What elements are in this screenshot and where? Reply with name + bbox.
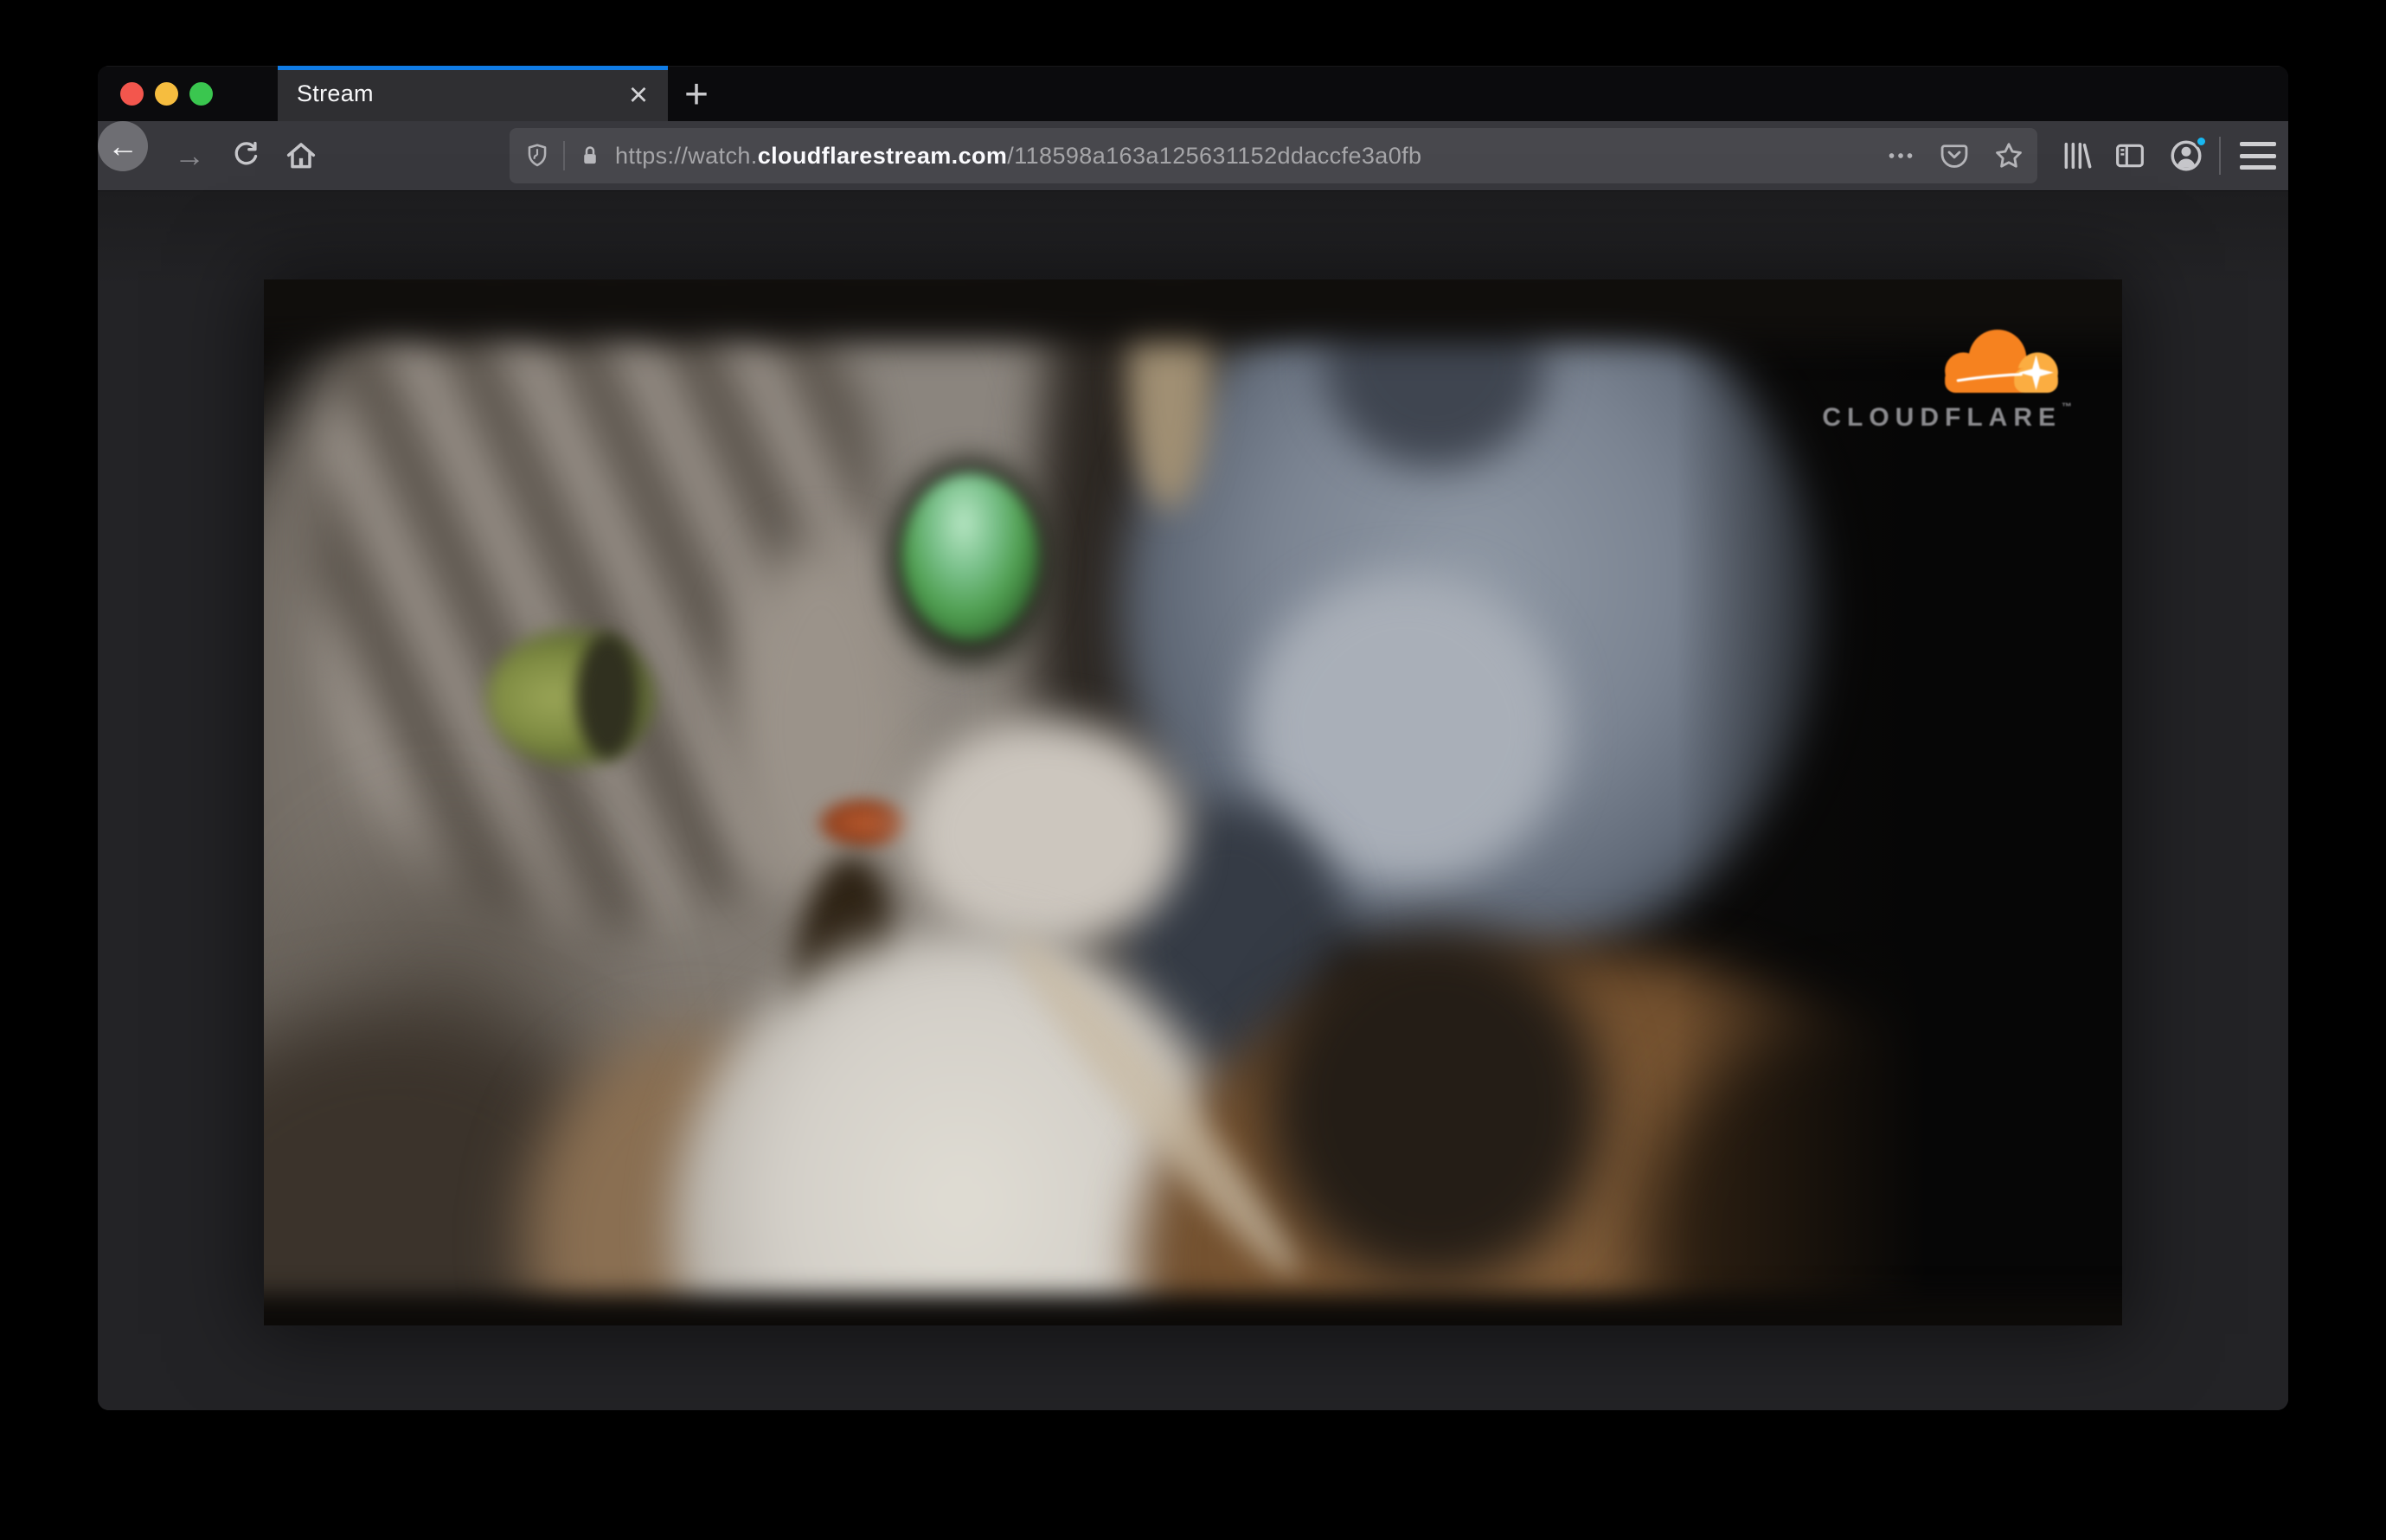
urlbar-actions bbox=[1885, 139, 2025, 172]
url-scheme: https://watch. bbox=[615, 142, 758, 169]
trademark-symbol: ™ bbox=[2062, 401, 2072, 413]
urlbar-divider bbox=[563, 141, 565, 170]
menu-button[interactable] bbox=[2240, 142, 2276, 170]
zoom-window-button[interactable] bbox=[189, 81, 213, 106]
close-tab-icon[interactable]: × bbox=[619, 66, 657, 121]
cloudflare-cloud-icon bbox=[1945, 330, 2058, 393]
pocket-icon[interactable] bbox=[1939, 140, 1970, 171]
tracking-shield-icon[interactable] bbox=[523, 142, 551, 170]
lock-icon[interactable] bbox=[577, 143, 603, 169]
reload-button[interactable] bbox=[228, 121, 264, 190]
traffic-lights bbox=[120, 66, 213, 121]
navigation-toolbar: ← → https://watch.cloudflarestream.com/1… bbox=[98, 121, 2288, 191]
cat-left-eye-pupil bbox=[575, 632, 639, 759]
tab-stream[interactable]: Stream × bbox=[278, 66, 668, 121]
toolbar-divider bbox=[2219, 137, 2221, 175]
bookmark-star-icon[interactable] bbox=[1992, 139, 2025, 172]
url-domain: cloudflarestream.com bbox=[757, 142, 1008, 169]
page-content: CLOUDFLARE™ bbox=[98, 191, 2288, 1410]
sidebar-toggle-button[interactable] bbox=[2113, 138, 2147, 173]
back-button[interactable]: ← bbox=[98, 121, 148, 171]
cloudflare-watermark: CLOUDFLARE™ bbox=[1786, 330, 2072, 433]
address-bar[interactable]: https://watch.cloudflarestream.com/11859… bbox=[510, 128, 2037, 183]
active-tab-accent bbox=[278, 66, 668, 70]
midground-shadow bbox=[1267, 927, 1602, 1284]
cat-right-eye bbox=[901, 472, 1039, 641]
cat-nose bbox=[806, 792, 922, 855]
account-notification-dot bbox=[2195, 135, 2208, 148]
tab-bar: Stream × + bbox=[98, 66, 2288, 121]
tab-title: Stream bbox=[297, 80, 374, 106]
library-button[interactable] bbox=[2059, 138, 2094, 173]
dark-background-right bbox=[1676, 279, 2122, 1325]
reload-icon bbox=[229, 139, 262, 172]
video-bottom-shade bbox=[264, 1293, 2122, 1325]
video-player[interactable]: CLOUDFLARE™ bbox=[264, 279, 2122, 1325]
url-text: https://watch.cloudflarestream.com/11859… bbox=[615, 143, 1421, 170]
browser-window: Stream × + ← → https://watch.cloudflares… bbox=[98, 66, 2288, 1410]
desktop-background: Stream × + ← → https://watch.cloudflares… bbox=[0, 0, 2386, 1540]
url-path: /118598a163a125631152ddaccfe3a0fb bbox=[1007, 142, 1422, 169]
cat-muzzle bbox=[905, 718, 1184, 949]
cloudflare-wordmark: CLOUDFLARE™ bbox=[1822, 401, 2072, 432]
page-actions-icon[interactable] bbox=[1885, 140, 1916, 171]
home-button[interactable] bbox=[283, 121, 319, 190]
new-tab-button[interactable]: + bbox=[669, 66, 724, 121]
home-icon bbox=[284, 138, 318, 173]
close-window-button[interactable] bbox=[120, 81, 144, 106]
minimize-window-button[interactable] bbox=[155, 81, 178, 106]
forward-button[interactable]: → bbox=[170, 121, 208, 190]
